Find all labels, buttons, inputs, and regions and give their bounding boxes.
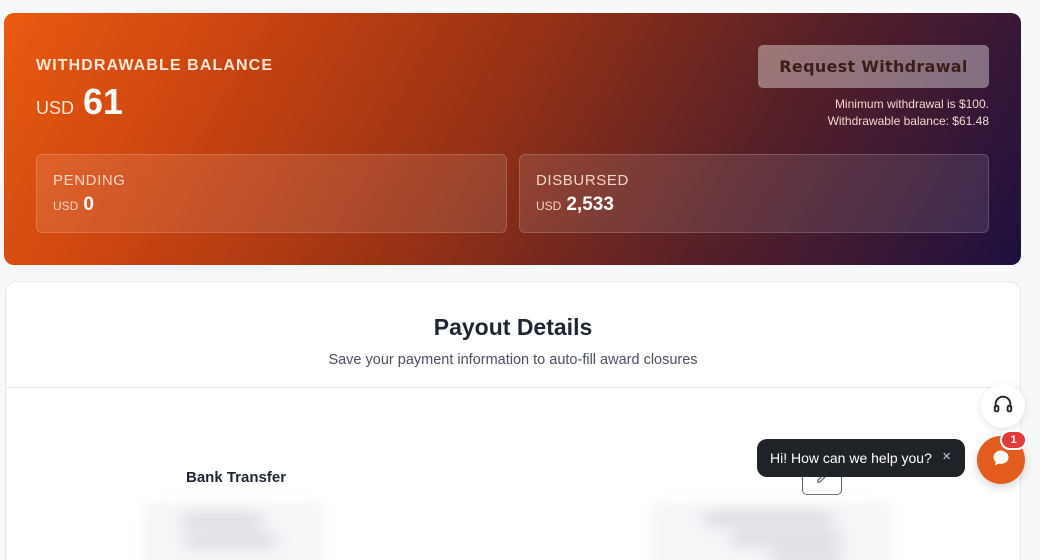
payout-details-title: Payout Details [433,314,593,340]
disbursed-currency: USD [536,199,562,213]
bank-transfer-label: Bank Transfer [186,469,287,486]
withdrawable-balance-amount: USD 61 [36,81,123,123]
pending-card: PENDING USD 0 [36,154,507,233]
disbursed-label: DISBURSED [536,172,629,189]
headset-icon [992,393,1014,420]
balance-currency: USD [36,98,75,118]
withdrawal-notes: Minimum withdrawal is $100. Withdrawable… [828,96,989,130]
withdrawable-balance-card: WITHDRAWABLE BALANCE USD 61 Request With… [4,13,1021,265]
blurred-bank-details [144,502,324,560]
chat-bubble-icon [991,448,1011,473]
support-button[interactable] [981,384,1025,428]
pending-value: 0 [83,194,94,215]
close-icon[interactable]: × [942,448,951,465]
withdrawable-balance-label: WITHDRAWABLE BALANCE [36,57,274,74]
pending-label: PENDING [53,172,126,189]
pending-amount: USD 0 [53,194,94,216]
payout-details-card: Payout Details Save your payment informa… [5,281,1021,560]
disbursed-value: 2,533 [566,194,614,215]
minimum-withdrawal-note: Minimum withdrawal is $100. [834,97,989,111]
pending-currency: USD [53,199,79,213]
withdrawable-balance-note: Withdrawable balance: $61.48 [827,114,989,128]
blurred-account-details [651,502,891,560]
chat-greeting-text: Hi! How can we help you? [770,450,932,466]
payout-details-subtitle: Save your payment information to auto-fi… [328,352,698,368]
section-divider [6,387,1020,388]
balance-value: 61 [83,81,124,122]
chat-greeting-bubble[interactable]: Hi! How can we help you? × [757,439,965,477]
disbursed-card: DISBURSED USD 2,533 [519,154,989,233]
request-withdrawal-button[interactable]: Request Withdrawal [758,45,989,88]
disbursed-amount: USD 2,533 [536,194,614,216]
notification-badge: 1 [1000,430,1027,450]
